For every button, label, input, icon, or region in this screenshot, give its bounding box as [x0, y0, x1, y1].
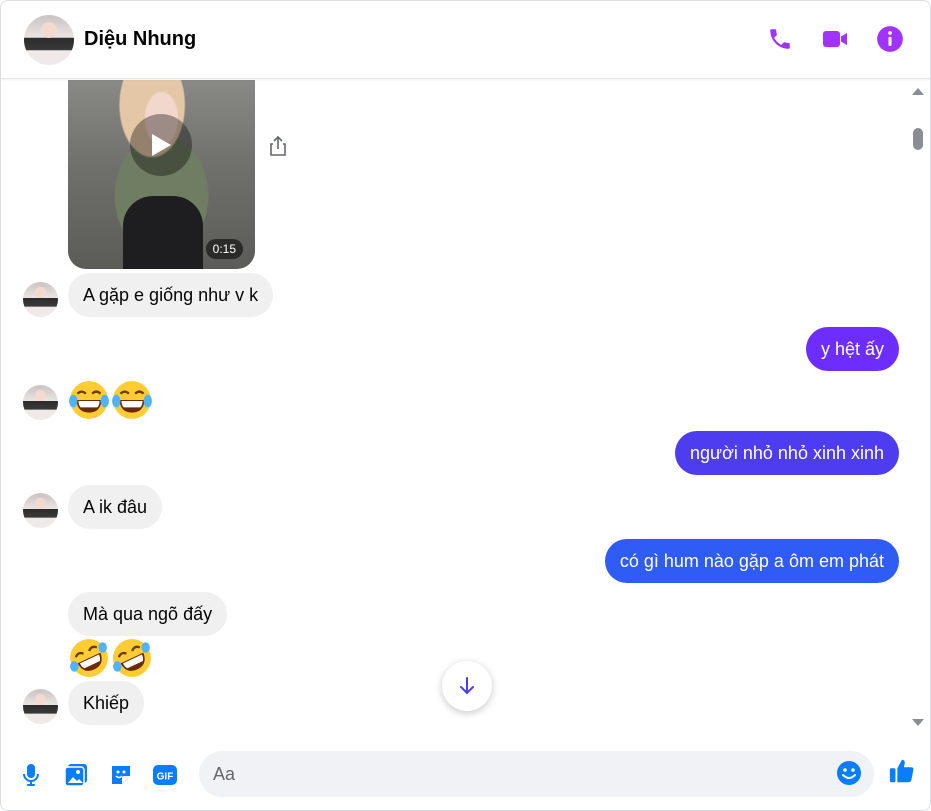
gif-icon[interactable]: GIF [151, 761, 179, 789]
message-list[interactable]: 0:15 A gặp e giống như v k y hệt ấy ngườ… [1, 80, 930, 734]
video-attachment[interactable]: 0:15 [68, 80, 255, 269]
share-icon[interactable] [269, 135, 289, 157]
avatar[interactable] [23, 689, 58, 724]
message-input[interactable] [213, 751, 823, 797]
message-input-wrapper[interactable] [199, 751, 874, 797]
like-icon[interactable] [888, 757, 916, 785]
avatar[interactable] [23, 282, 58, 317]
laughing-tears-emoji-icon [112, 381, 152, 419]
message-in-emoji[interactable] [68, 637, 153, 679]
microphone-icon[interactable] [17, 761, 45, 789]
chat-header: Diệu Nhung [1, 1, 930, 79]
contact-name[interactable]: Diệu Nhung [84, 28, 196, 51]
message-in-emoji[interactable] [68, 379, 153, 421]
message-in[interactable]: A gặp e giống như v k [68, 273, 274, 317]
photo-icon[interactable] [62, 761, 90, 789]
scroll-to-bottom-button[interactable] [442, 661, 492, 711]
message-in[interactable]: Khiếp [68, 681, 145, 725]
emoji-icon[interactable] [836, 760, 864, 788]
scroll-down-arrow-icon[interactable] [912, 719, 924, 726]
chat-window: Diệu Nhung 0:15 A gặp e giống như v k y … [0, 0, 931, 811]
message-in[interactable]: Mà qua ngõ đấy [68, 592, 228, 636]
contact-avatar[interactable] [24, 15, 74, 65]
rolling-laughing-emoji-icon [70, 639, 108, 677]
scroll-up-arrow-icon[interactable] [912, 88, 924, 95]
scrollbar[interactable] [907, 80, 927, 734]
video-duration: 0:15 [205, 239, 243, 259]
message-in[interactable]: A ik đâu [68, 485, 163, 529]
phone-icon[interactable] [766, 25, 794, 53]
play-icon[interactable] [130, 114, 192, 176]
message-out[interactable]: có gì hum nào gặp a ôm em phát [604, 539, 899, 583]
sticker-icon[interactable] [107, 761, 135, 789]
scrollbar-thumb[interactable] [913, 128, 923, 150]
rolling-laughing-emoji-icon [113, 639, 151, 677]
message-out[interactable]: người nhỏ nhỏ xinh xinh [675, 431, 899, 475]
laughing-tears-emoji-icon [69, 381, 109, 419]
arrow-down-icon [460, 677, 474, 695]
message-out[interactable]: y hệt ấy [805, 327, 899, 371]
composer: GIF [1, 737, 930, 810]
avatar[interactable] [23, 385, 58, 420]
video-call-icon[interactable] [821, 25, 849, 53]
video-thumbnail-figure [123, 196, 203, 269]
svg-text:GIF: GIF [157, 772, 174, 783]
info-icon[interactable] [876, 25, 904, 53]
avatar[interactable] [23, 493, 58, 528]
